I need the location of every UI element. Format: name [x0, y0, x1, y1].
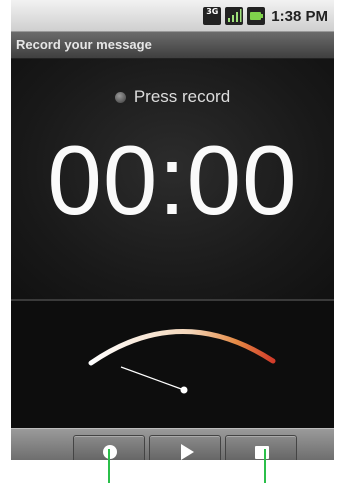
- stop-button[interactable]: [225, 435, 297, 460]
- signal-strength-icon: [225, 7, 244, 25]
- vu-meter: [11, 301, 334, 428]
- annotation-line: [108, 449, 110, 483]
- elapsed-timer: 00:00: [47, 125, 298, 235]
- state-indicator-icon: [114, 91, 126, 103]
- play-icon: [181, 444, 194, 460]
- battery-icon: [247, 7, 266, 25]
- record-icon: [103, 445, 117, 459]
- network-3g-icon: 3G: [203, 7, 222, 25]
- status-bar: 3G 1:38 PM: [11, 0, 334, 32]
- network-label: 3G: [206, 7, 219, 16]
- stop-icon: [255, 446, 269, 459]
- annotation-line: [264, 449, 266, 483]
- vu-needle: [120, 366, 185, 391]
- control-bar: [11, 428, 334, 460]
- state-label: Press record: [133, 87, 231, 106]
- recorder-state: Press record: [11, 87, 334, 107]
- play-button[interactable]: [149, 435, 221, 460]
- vu-meter-graphic: [88, 329, 276, 394]
- title-bar: Record your message: [11, 32, 334, 59]
- page-title: Record your message: [16, 37, 152, 52]
- vu-scale-arc: [88, 329, 276, 366]
- status-time: 1:38 PM: [271, 7, 328, 25]
- recorder-display: Press record 00:00: [11, 59, 334, 299]
- screen-frame: 3G 1:38 PM Record your message Press rec…: [11, 0, 334, 460]
- vu-needle-pivot: [180, 386, 188, 394]
